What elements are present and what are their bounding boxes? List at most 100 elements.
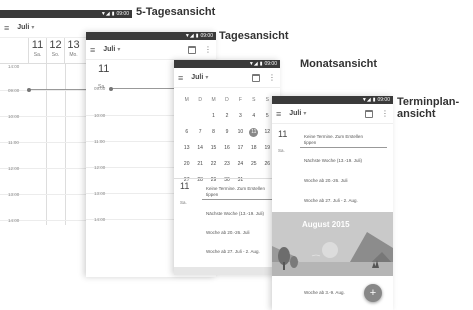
month-day[interactable]: 9	[220, 129, 233, 135]
agenda-week-item[interactable]: Woche ab 3.-9. Aug.	[300, 290, 349, 295]
menu-icon[interactable]: ≡	[4, 23, 9, 33]
month-day[interactable]: 10	[234, 129, 247, 135]
time-label: 13:00	[8, 192, 20, 197]
agenda-week-item[interactable]: Woche ab 20.-26. Juli	[300, 178, 351, 183]
menu-icon[interactable]: ≡	[276, 109, 281, 119]
status-time: 09:00	[264, 61, 277, 67]
caption-month: Monatsansicht	[300, 58, 378, 70]
month-selector[interactable]: Juli	[17, 24, 29, 31]
chevron-down-icon: ▾	[303, 111, 307, 117]
month-day[interactable]: 24	[234, 161, 247, 167]
agenda-day-number: 11	[278, 129, 288, 139]
time-label: 11:00	[8, 140, 19, 145]
month-week-row: 20 21 22 23 24 25 26	[180, 156, 274, 172]
month-day[interactable]: 17	[234, 145, 247, 151]
caption-day: Tagesansicht	[219, 30, 289, 42]
signal-icon: ▼◢	[248, 60, 258, 67]
time-label: 09:00	[8, 88, 20, 93]
month-day[interactable]: 7	[193, 129, 206, 135]
month-day[interactable]: 15	[207, 145, 220, 151]
month-banner-title: August 2015	[302, 220, 350, 229]
more-options-icon[interactable]: ⋮	[204, 45, 212, 54]
weekday-label: D	[225, 97, 229, 103]
day-column-header[interactable]: 12 So.	[46, 38, 64, 63]
calendar-today-icon[interactable]	[252, 73, 260, 82]
agenda-week-item[interactable]: Woche ab 27. Juli - 2. Aug.	[202, 249, 264, 254]
calendar-today-icon[interactable]	[188, 45, 196, 54]
calendar-today-icon[interactable]	[365, 109, 373, 118]
weekday-header-row: M D M D F S S	[180, 92, 274, 108]
day-column-header[interactable]: 11 Sa.	[28, 38, 46, 63]
month-day[interactable]: 22	[207, 161, 220, 167]
month-selector[interactable]: Juli	[103, 46, 115, 53]
no-events-hint[interactable]: Keine Termine. Zum Erstellen tippen	[300, 134, 380, 146]
time-label: 10:00	[94, 113, 106, 118]
weekday-label: M	[184, 97, 189, 103]
status-bar: ▼◢ ▮ 09:00	[174, 60, 280, 68]
time-label: 14:00	[94, 217, 106, 222]
agenda-day: 11 Sa.	[278, 130, 287, 157]
current-time-dot	[27, 87, 31, 92]
chevron-down-icon: ▾	[205, 75, 209, 81]
status-time: 09:00	[377, 97, 390, 103]
caption-agenda-line1: Terminplan-	[397, 96, 460, 108]
month-day[interactable]: 4	[247, 113, 260, 119]
current-time-dot	[109, 86, 113, 91]
month-day[interactable]: 23	[220, 161, 233, 167]
time-label: 11:00	[94, 139, 105, 144]
agenda-day-number: 11	[180, 181, 190, 191]
month-day[interactable]: 6	[180, 129, 193, 135]
signal-icon: ▼◢	[361, 96, 371, 103]
caption-agenda: Terminplan- ansicht	[397, 96, 459, 120]
menu-icon[interactable]: ≡	[178, 73, 183, 83]
agenda-week-item[interactable]: Woche ab 20.-26. Juli	[202, 230, 253, 235]
month-day[interactable]: 16	[220, 145, 233, 151]
agenda-week-item[interactable]: Woche ab 27. Juli - 2. Aug.	[300, 198, 362, 203]
status-time: 09:00	[200, 33, 213, 39]
add-event-button[interactable]: +	[364, 284, 382, 302]
time-label: 14:00	[8, 218, 20, 223]
month-day[interactable]: 25	[247, 161, 260, 167]
battery-icon: ▮	[259, 60, 263, 67]
month-day[interactable]: 21	[193, 161, 206, 167]
time-label: 13:00	[94, 191, 106, 196]
weekday-label: S	[252, 97, 256, 103]
month-day[interactable]: 13	[180, 145, 193, 151]
scrollbar[interactable]	[174, 267, 280, 275]
agenda-week-item[interactable]: Nächste Woche (13.-19. Juli)	[202, 211, 268, 216]
app-bar: ≡ Juli ▾ ⋮	[272, 104, 393, 124]
status-bar: ▼◢ ▮ 09:00	[0, 10, 132, 18]
day-column-header[interactable]: 13 Mo.	[64, 38, 82, 63]
menu-icon[interactable]: ≡	[90, 45, 95, 55]
battery-icon: ▮	[111, 10, 115, 17]
signal-icon: ▼◢	[100, 10, 110, 17]
month-day-selected[interactable]: 11	[247, 127, 260, 137]
time-label: 12:00	[94, 165, 106, 170]
month-week-row: 6 7 8 9 10 11 12	[180, 124, 274, 140]
month-day[interactable]: 8	[207, 129, 220, 135]
chevron-down-icon: ▾	[117, 47, 121, 53]
caption-five-day: 5-Tagesansicht	[136, 6, 216, 18]
month-day[interactable]: 3	[234, 113, 247, 119]
status-bar: ▼◢ ▮ 09:00	[86, 32, 216, 40]
month-grid: M D M D F S S 1 2 3 4 5 6 7 8 9 10 11 12 13 14 15 16 17 1…	[180, 92, 274, 188]
month-selector[interactable]: Juli	[191, 74, 203, 81]
month-weeks: 1 2 3 4 5 6 7 8 9 10 11 12 13 14 15 16 17 18 19 20 21 22 23 24 2…	[180, 108, 274, 188]
status-time: 09:00	[116, 11, 129, 17]
no-events-hint[interactable]: Keine Termine. Zum Erstellen tippen	[202, 186, 276, 198]
time-label: 09:00	[94, 86, 106, 91]
month-week-row: 13 14 15 16 17 18 19	[180, 140, 274, 156]
month-selector[interactable]: Juli	[289, 110, 301, 117]
more-options-icon[interactable]: ⋮	[381, 109, 389, 118]
month-day[interactable]: 18	[247, 145, 260, 151]
month-day[interactable]: 1	[207, 113, 220, 119]
month-day[interactable]: 20	[180, 161, 193, 167]
more-options-icon[interactable]: ⋮	[268, 73, 276, 82]
agenda-week-item[interactable]: Nächste Woche (13.-19. Juli)	[300, 158, 366, 163]
month-banner-illustration: August 2015	[272, 212, 393, 276]
screen-month: ▼◢ ▮ 09:00 ≡ Juli ▾ ⋮ M D M D F S S 1234…	[174, 60, 280, 275]
month-day[interactable]: 2	[220, 113, 233, 119]
battery-icon: ▮	[195, 32, 199, 39]
month-week-row: 12345	[180, 108, 274, 124]
month-day[interactable]: 14	[193, 145, 206, 151]
